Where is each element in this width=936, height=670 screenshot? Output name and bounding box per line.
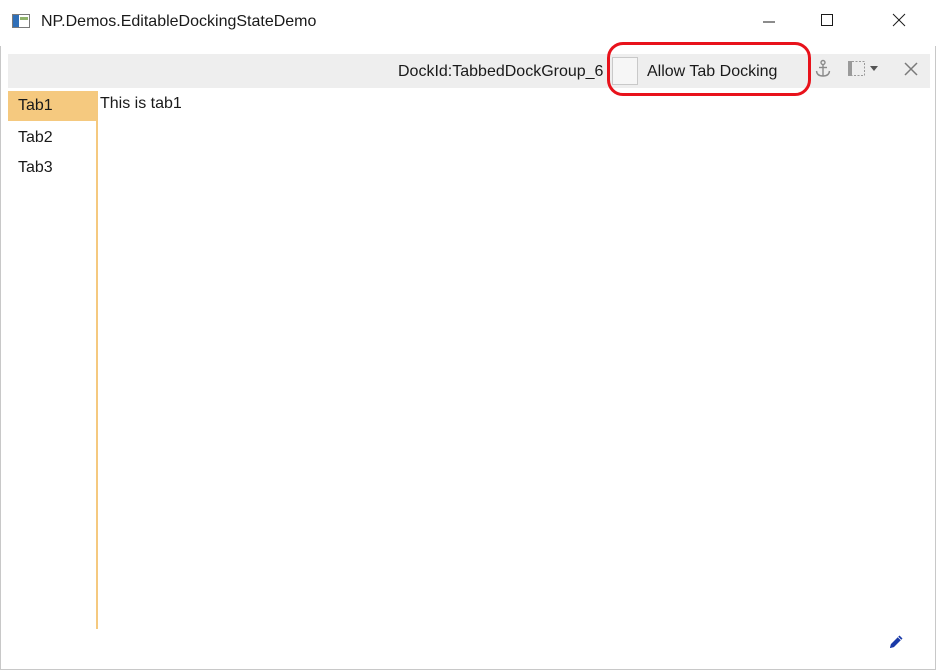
- anchor-button[interactable]: [811, 59, 835, 83]
- minimize-button[interactable]: [746, 0, 792, 44]
- close-icon: [903, 61, 919, 82]
- tab-tab1[interactable]: Tab1: [8, 91, 96, 121]
- anchor-icon: [814, 59, 832, 84]
- dock-layout-dropdown-button[interactable]: [843, 58, 885, 84]
- window-title: NP.Demos.EditableDockingStateDemo: [41, 13, 317, 30]
- dock-header-bar: DockId:TabbedDockGroup_6: [8, 54, 930, 88]
- dock-layout-dropdown-icon: [844, 58, 884, 85]
- pane-close-button[interactable]: [898, 58, 924, 84]
- tab-divider: [96, 91, 98, 629]
- maximize-button[interactable]: [804, 0, 850, 44]
- close-icon: [891, 12, 907, 33]
- tab-tab2[interactable]: Tab2: [8, 123, 96, 153]
- allow-tab-docking-checkbox[interactable]: [612, 57, 638, 85]
- close-button[interactable]: [876, 0, 922, 44]
- dock-id-label: DockId:TabbedDockGroup_6: [398, 63, 604, 80]
- title-bar[interactable]: NP.Demos.EditableDockingStateDemo: [0, 0, 936, 46]
- minimize-icon: [761, 12, 777, 33]
- tab-content-text: This is tab1: [100, 95, 182, 112]
- allow-tab-docking-label[interactable]: Allow Tab Docking: [647, 63, 777, 81]
- edit-button[interactable]: [884, 632, 908, 656]
- maximize-icon: [819, 12, 835, 33]
- pencil-icon: [886, 632, 906, 657]
- app-window-icon: [12, 14, 30, 28]
- tab-tab3[interactable]: Tab3: [8, 153, 96, 183]
